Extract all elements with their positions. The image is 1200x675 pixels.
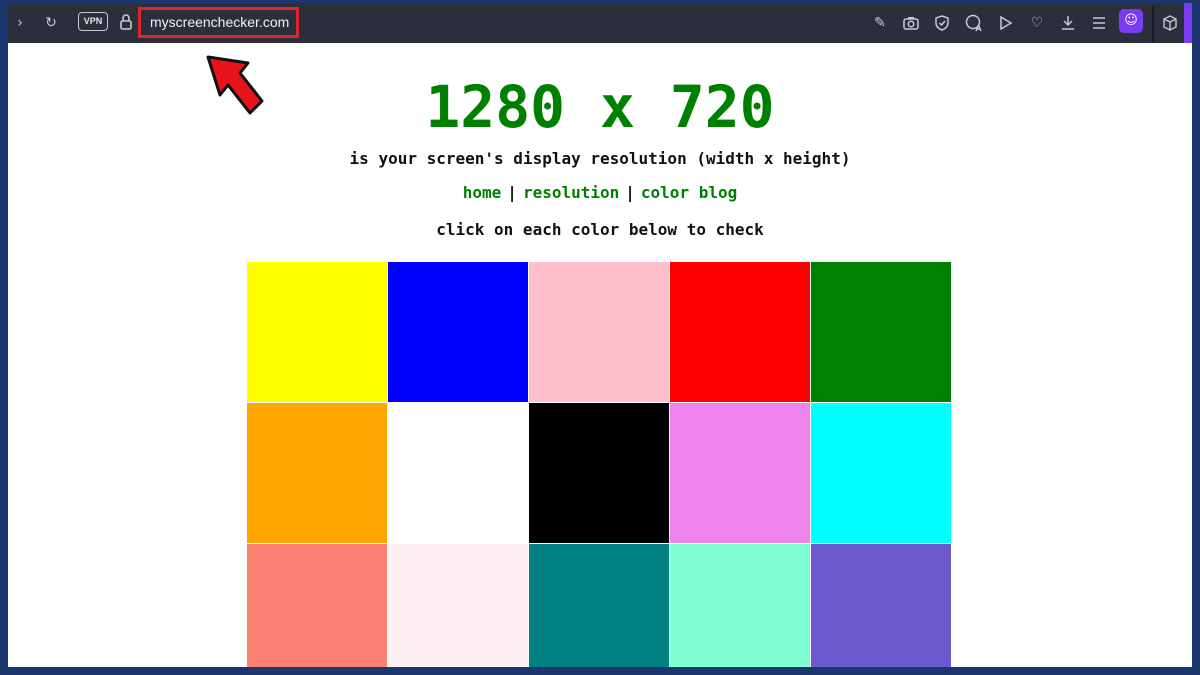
nav-color-blog-link[interactable]: color blog	[641, 183, 737, 202]
color-instruction: click on each color below to check	[436, 220, 764, 239]
shield-icon[interactable]	[932, 13, 952, 33]
nav-separator: |	[507, 183, 517, 202]
cube-icon[interactable]	[1160, 13, 1180, 33]
vpn-badge[interactable]: VPN	[78, 12, 108, 31]
chevron-right-icon[interactable]: ›	[10, 13, 30, 33]
reload-icon[interactable]: ↻	[41, 13, 61, 33]
color-swatch-grid	[247, 262, 951, 667]
site-nav: home | resolution | color blog	[8, 183, 1192, 202]
color-swatch[interactable]	[811, 544, 951, 667]
color-swatch[interactable]	[670, 403, 810, 543]
resolution-subtitle: is your screen's display resolution (wid…	[349, 149, 851, 168]
menu-icon[interactable]	[1089, 13, 1109, 33]
web-page: 1280 x 720 is your screen's display reso…	[8, 43, 1192, 667]
color-swatch[interactable]	[388, 544, 528, 667]
browser-toolbar: › ↻ VPN myscreenchecker.com ✎ ♡ ☺	[8, 3, 1192, 43]
color-swatch[interactable]	[388, 403, 528, 543]
color-swatch[interactable]	[388, 262, 528, 402]
color-swatch[interactable]	[670, 544, 810, 667]
toolbar-divider	[1152, 5, 1154, 43]
color-swatch[interactable]	[247, 544, 387, 667]
camera-icon[interactable]	[901, 13, 921, 33]
download-icon[interactable]	[1058, 13, 1078, 33]
color-swatch[interactable]	[670, 262, 810, 402]
color-swatch[interactable]	[529, 262, 669, 402]
heart-icon[interactable]: ♡	[1027, 13, 1047, 33]
url-highlight-box	[138, 7, 299, 38]
color-swatch[interactable]	[529, 544, 669, 667]
resolution-heading: 1280 x 720	[425, 73, 775, 141]
color-swatch[interactable]	[811, 403, 951, 543]
lock-icon[interactable]	[119, 13, 133, 31]
color-swatch[interactable]	[247, 262, 387, 402]
color-swatch[interactable]	[811, 262, 951, 402]
nav-home-link[interactable]: home	[463, 183, 502, 202]
pencil-icon[interactable]: ✎	[870, 13, 890, 33]
nav-resolution-link[interactable]: resolution	[523, 183, 619, 202]
nav-separator: |	[625, 183, 635, 202]
play-icon[interactable]	[996, 13, 1016, 33]
color-swatch[interactable]	[529, 403, 669, 543]
profile-icon[interactable]: ☺	[1119, 9, 1143, 33]
sidebar-edge	[1184, 3, 1192, 43]
color-swatch[interactable]	[247, 403, 387, 543]
translate-icon[interactable]	[964, 13, 984, 33]
